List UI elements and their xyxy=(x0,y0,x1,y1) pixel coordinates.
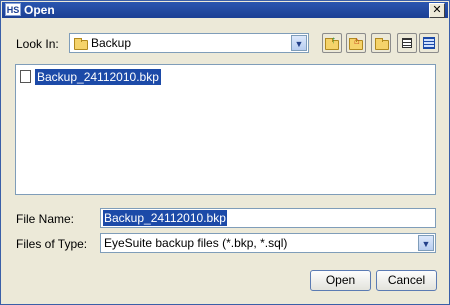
file-name-field[interactable]: Backup_24112010.bkp xyxy=(100,208,436,228)
new-folder-icon xyxy=(375,38,389,50)
list-view-button[interactable] xyxy=(397,33,417,53)
file-type-label: Files of Type: xyxy=(16,237,88,251)
file-type-select[interactable]: EyeSuite backup files (*.bkp, *.sql) ▼ xyxy=(100,233,436,253)
close-button[interactable]: ✕ xyxy=(429,3,445,18)
home-button[interactable]: ⌂ xyxy=(346,33,366,53)
cancel-button[interactable]: Cancel xyxy=(376,270,437,291)
folder-icon xyxy=(74,38,88,50)
new-folder-button[interactable] xyxy=(371,33,391,53)
file-name-label-text: File Name: xyxy=(16,212,75,226)
open-button[interactable]: Open xyxy=(310,270,371,291)
title-bar[interactable]: HS Open ✕ xyxy=(2,2,448,18)
file-name-value: Backup_24112010.bkp xyxy=(103,210,227,226)
file-list[interactable]: Backup_24112010.bkp xyxy=(15,64,436,195)
dialog-title: Open xyxy=(24,3,55,17)
chevron-down-icon[interactable]: ▼ xyxy=(291,35,307,51)
chevron-down-icon[interactable]: ▼ xyxy=(418,235,434,251)
details-view-icon xyxy=(423,37,435,49)
details-view-button[interactable] xyxy=(419,33,439,53)
file-name-label: Backup_24112010.bkp xyxy=(35,69,161,85)
open-dialog: HS Open ✕ Look In: Backup ▼ ↑ ⌂ Backup_2… xyxy=(0,0,450,305)
look-in-select[interactable]: Backup ▼ xyxy=(69,33,309,53)
app-icon: HS xyxy=(5,3,21,16)
file-type-value: EyeSuite backup files (*.bkp, *.sql) xyxy=(104,236,288,250)
document-icon xyxy=(20,70,31,83)
list-view-icon xyxy=(402,38,412,48)
look-in-value: Backup xyxy=(91,36,132,50)
up-folder-button[interactable]: ↑ xyxy=(322,33,342,53)
look-in-label: Look In: xyxy=(16,37,59,51)
